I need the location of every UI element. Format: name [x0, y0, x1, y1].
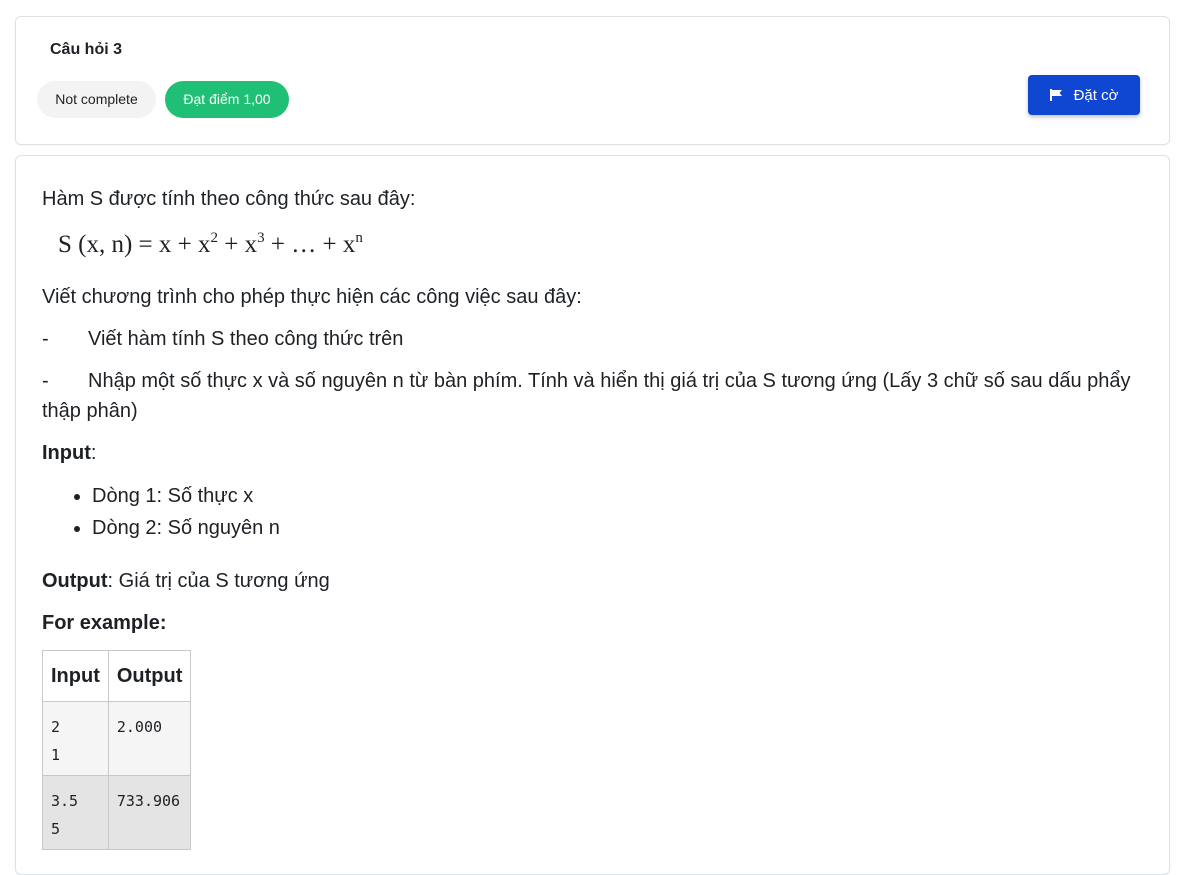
input-list-item: Dòng 2: Số nguyên n — [92, 512, 1142, 544]
table-header-row: Input Output — [42, 650, 192, 702]
table-cell-input: 2 1 — [42, 701, 109, 776]
table-header-output: Output — [107, 650, 192, 702]
table-cell-output: 2.000 — [107, 701, 192, 776]
examples-table: Input Output 2 1 2.000 3.5 5 733.906 — [42, 650, 192, 850]
status-badge: Not complete — [37, 81, 156, 118]
table-cell-output: 733.906 — [107, 775, 192, 850]
task-item: - Viết hàm tính S theo công thức trên — [42, 328, 404, 350]
input-heading: Input: — [42, 442, 97, 464]
formula: S (x, n) = x + x2 + x3 + … + xn — [58, 230, 363, 259]
task-item: - Nhập một số thực x và số nguyên n từ bà… — [42, 370, 1131, 422]
question-info-card: Câu hỏi 3 Not complete Đạt điểm 1,00 Đặt… — [15, 16, 1170, 145]
question-title: Câu hỏi 3 — [50, 41, 123, 58]
input-list: Dòng 1: Số thực x Dòng 2: Số nguyên n — [42, 480, 1142, 544]
question-text: Hàm S được tính theo công thức sau đây: … — [42, 184, 1142, 850]
flag-question-button[interactable]: Đặt cờ — [1028, 75, 1140, 115]
example-heading: For example: — [42, 612, 167, 634]
question-content-card: Hàm S được tính theo công thức sau đây: … — [15, 155, 1170, 875]
intro-text: Hàm S được tính theo công thức sau đây: — [42, 188, 416, 210]
table-cell-input: 3.5 5 — [42, 775, 109, 850]
task-intro: Viết chương trình cho phép thực hiện các… — [42, 286, 582, 308]
flag-button-label: Đặt cờ — [1073, 86, 1119, 104]
input-list-item: Dòng 1: Số thực x — [92, 480, 1142, 512]
table-row: 2 1 2.000 — [42, 701, 192, 776]
mark-badge: Đạt điểm 1,00 — [165, 81, 289, 118]
table-header-input: Input — [42, 650, 109, 702]
flag-icon — [1049, 89, 1064, 101]
output-line: Output: Giá trị của S tương ứng — [42, 570, 330, 592]
table-row: 3.5 5 733.906 — [42, 775, 192, 850]
